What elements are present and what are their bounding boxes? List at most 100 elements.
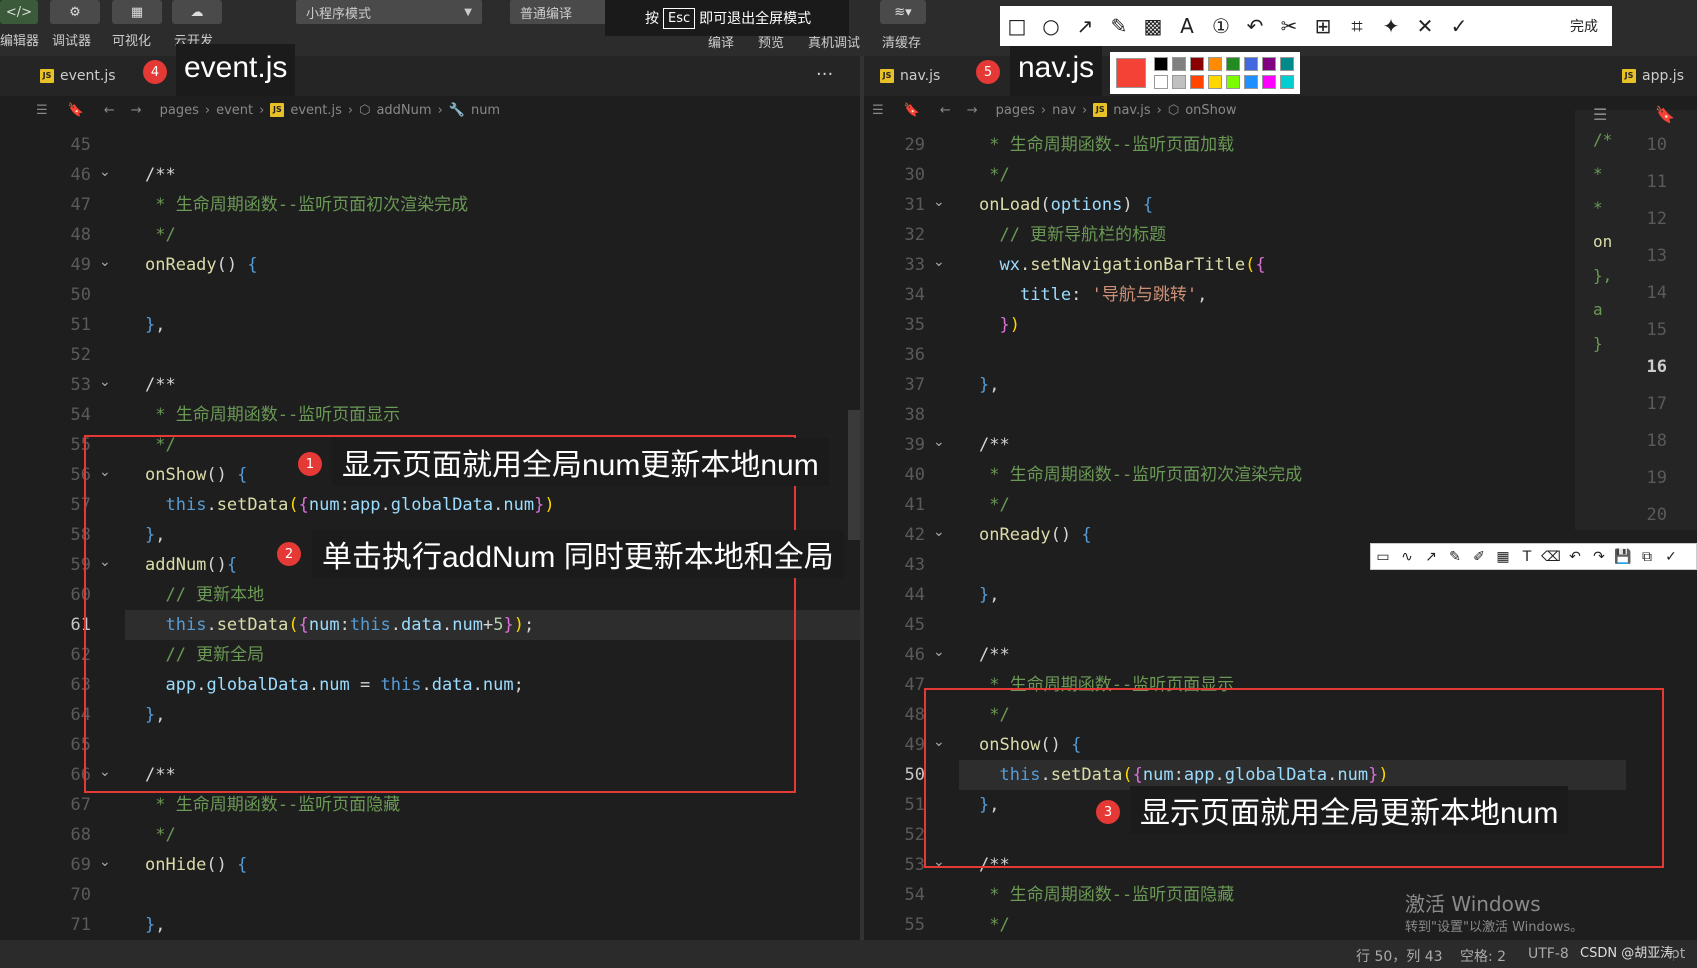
code-line[interactable]: /** — [145, 370, 176, 400]
debugger-toggle-button[interactable]: ⚙ — [50, 0, 100, 24]
code-line[interactable]: */ — [145, 220, 175, 250]
pen-icon[interactable]: ✎ — [1102, 14, 1136, 38]
ellipse-icon[interactable]: ○ — [1034, 14, 1068, 38]
bookmark-icon[interactable]: 🔖 — [68, 103, 84, 118]
color-swatch[interactable] — [1154, 57, 1168, 71]
breadcrumb-item[interactable]: event.js — [290, 103, 342, 118]
fold-chevron-icon[interactable]: ⌄ — [933, 194, 945, 210]
app-js-bookmark-icon[interactable]: 🔖 — [1655, 105, 1675, 124]
color-swatch[interactable] — [1244, 57, 1258, 71]
code-line[interactable]: onReady() { — [145, 250, 258, 280]
text-tool-icon[interactable]: T — [1515, 549, 1539, 565]
code-line[interactable]: }, — [145, 310, 166, 340]
app-js-list-icon[interactable]: ☰ — [1593, 105, 1607, 124]
color-swatch[interactable] — [1208, 57, 1222, 71]
ocr-icon[interactable]: ⊞ — [1306, 14, 1340, 38]
arrow-tool-icon[interactable]: ↗ — [1419, 549, 1443, 565]
selected-color-swatch[interactable] — [1116, 58, 1146, 88]
indent-setting[interactable]: 空格: 2 — [1460, 946, 1506, 966]
code-line[interactable]: * 生命周期函数--监听页面隐藏 — [979, 880, 1234, 910]
breadcrumb-item[interactable]: onShow — [1185, 103, 1236, 118]
code-line[interactable]: }, — [145, 910, 166, 940]
undo-tool-icon[interactable]: ↶ — [1563, 549, 1587, 565]
list-icon[interactable]: ☰ — [36, 103, 48, 118]
undo-icon[interactable]: ↶ — [1238, 14, 1272, 38]
color-swatch[interactable] — [1172, 57, 1186, 71]
fold-chevron-icon[interactable]: ⌄ — [99, 254, 111, 270]
color-swatch[interactable] — [1280, 75, 1294, 89]
code-line[interactable]: }) — [979, 310, 1020, 340]
compile-select[interactable]: 普通编译 — [510, 0, 610, 24]
breadcrumb-item[interactable]: event — [216, 103, 253, 118]
code-line[interactable]: */ — [979, 910, 1009, 940]
breadcrumb-item[interactable]: pages — [996, 103, 1035, 118]
tab-event-js[interactable]: JS event.js — [30, 56, 140, 96]
color-swatch[interactable] — [1190, 57, 1204, 71]
mosaic-icon[interactable]: ▩ — [1136, 14, 1170, 38]
crop-icon[interactable]: ✂ — [1272, 14, 1306, 38]
visual-toggle-button[interactable]: ▦ — [112, 0, 162, 24]
code-line[interactable]: * 生命周期函数--监听页面初次渲染完成 — [979, 460, 1302, 490]
done-icon[interactable]: ✓ — [1442, 14, 1476, 38]
code-line[interactable]: /** — [979, 640, 1010, 670]
fold-chevron-icon[interactable]: ⌄ — [933, 524, 945, 540]
clear-cache-label[interactable]: 清缓存 — [882, 32, 921, 51]
breadcrumb-item[interactable]: pages — [160, 103, 199, 118]
text-icon[interactable]: A — [1170, 14, 1204, 38]
back-arrow-icon[interactable]: ← — [940, 103, 951, 118]
close-icon[interactable]: ✕ — [1408, 14, 1442, 38]
code-line[interactable]: */ — [145, 820, 175, 850]
code-line[interactable]: }, — [979, 580, 1000, 610]
breadcrumb-item[interactable]: addNum — [376, 103, 431, 118]
fold-chevron-icon[interactable]: ⌄ — [933, 644, 945, 660]
eraser-tool-icon[interactable]: ⌫ — [1539, 549, 1563, 565]
forward-arrow-icon[interactable]: → — [967, 103, 978, 118]
code-line[interactable]: * 生命周期函数--监听页面加载 — [979, 130, 1234, 160]
rect-icon[interactable]: □ — [1000, 14, 1034, 38]
code-line[interactable]: */ — [979, 160, 1009, 190]
color-swatch[interactable] — [1208, 75, 1222, 89]
bookmark-icon[interactable]: 🔖 — [904, 103, 920, 118]
fold-chevron-icon[interactable]: ⌄ — [99, 164, 111, 180]
code-line[interactable]: * 生命周期函数--监听页面显示 — [145, 400, 400, 430]
number-icon[interactable]: ① — [1204, 14, 1238, 38]
tab-nav-js[interactable]: JS nav.js — [870, 56, 970, 96]
code-line[interactable]: }, — [979, 370, 1000, 400]
code-line[interactable]: onHide() { — [145, 850, 247, 880]
code-line[interactable]: */ — [979, 490, 1009, 520]
check-tool-icon[interactable]: ✓ — [1659, 549, 1683, 565]
breadcrumb-item[interactable]: num — [471, 103, 500, 118]
code-line[interactable]: * 生命周期函数--监听页面隐藏 — [145, 790, 400, 820]
cursor-position[interactable]: 行 50，列 43 — [1356, 946, 1443, 966]
mode-select[interactable]: 小程序模式 ▼ — [296, 0, 482, 24]
code-line[interactable]: * 生命周期函数--监听页面初次渲染完成 — [145, 190, 468, 220]
copy-tool-icon[interactable]: ⧉ — [1635, 549, 1659, 565]
fold-chevron-icon[interactable]: ⌄ — [933, 434, 945, 450]
fold-chevron-icon[interactable]: ⌄ — [99, 374, 111, 390]
color-swatch[interactable] — [1172, 75, 1186, 89]
forward-arrow-icon[interactable]: → — [131, 103, 142, 118]
back-arrow-icon[interactable]: ← — [104, 103, 115, 118]
color-swatch[interactable] — [1244, 75, 1258, 89]
breadcrumb-item[interactable]: nav.js — [1113, 103, 1150, 118]
color-swatch[interactable] — [1226, 75, 1240, 89]
left-scrollbar-thumb[interactable] — [848, 410, 860, 540]
code-line[interactable]: // 更新导航栏的标题 — [979, 220, 1166, 250]
breadcrumb-item[interactable]: nav — [1052, 103, 1076, 118]
code-line[interactable]: /** — [145, 160, 176, 190]
pin-icon[interactable]: ✦ — [1374, 14, 1408, 38]
color-swatch[interactable] — [1280, 57, 1294, 71]
arrow-icon[interactable]: ↗ — [1068, 14, 1102, 38]
code-line[interactable]: onLoad(options) { — [979, 190, 1153, 220]
color-swatch[interactable] — [1226, 57, 1240, 71]
pencil-tool-icon[interactable]: ✎ — [1443, 549, 1467, 565]
fold-chevron-icon[interactable]: ⌄ — [99, 854, 111, 870]
list-icon[interactable]: ☰ — [872, 103, 884, 118]
editor-toggle-button[interactable]: </> — [0, 0, 38, 24]
color-swatch[interactable] — [1154, 75, 1168, 89]
code-line[interactable]: title: '导航与跳转', — [979, 280, 1207, 310]
save-tool-icon[interactable]: 💾 — [1611, 549, 1635, 565]
color-swatch[interactable] — [1262, 57, 1276, 71]
curve-tool-icon[interactable]: ∿ — [1395, 549, 1419, 565]
fold-chevron-icon[interactable]: ⌄ — [933, 254, 945, 270]
